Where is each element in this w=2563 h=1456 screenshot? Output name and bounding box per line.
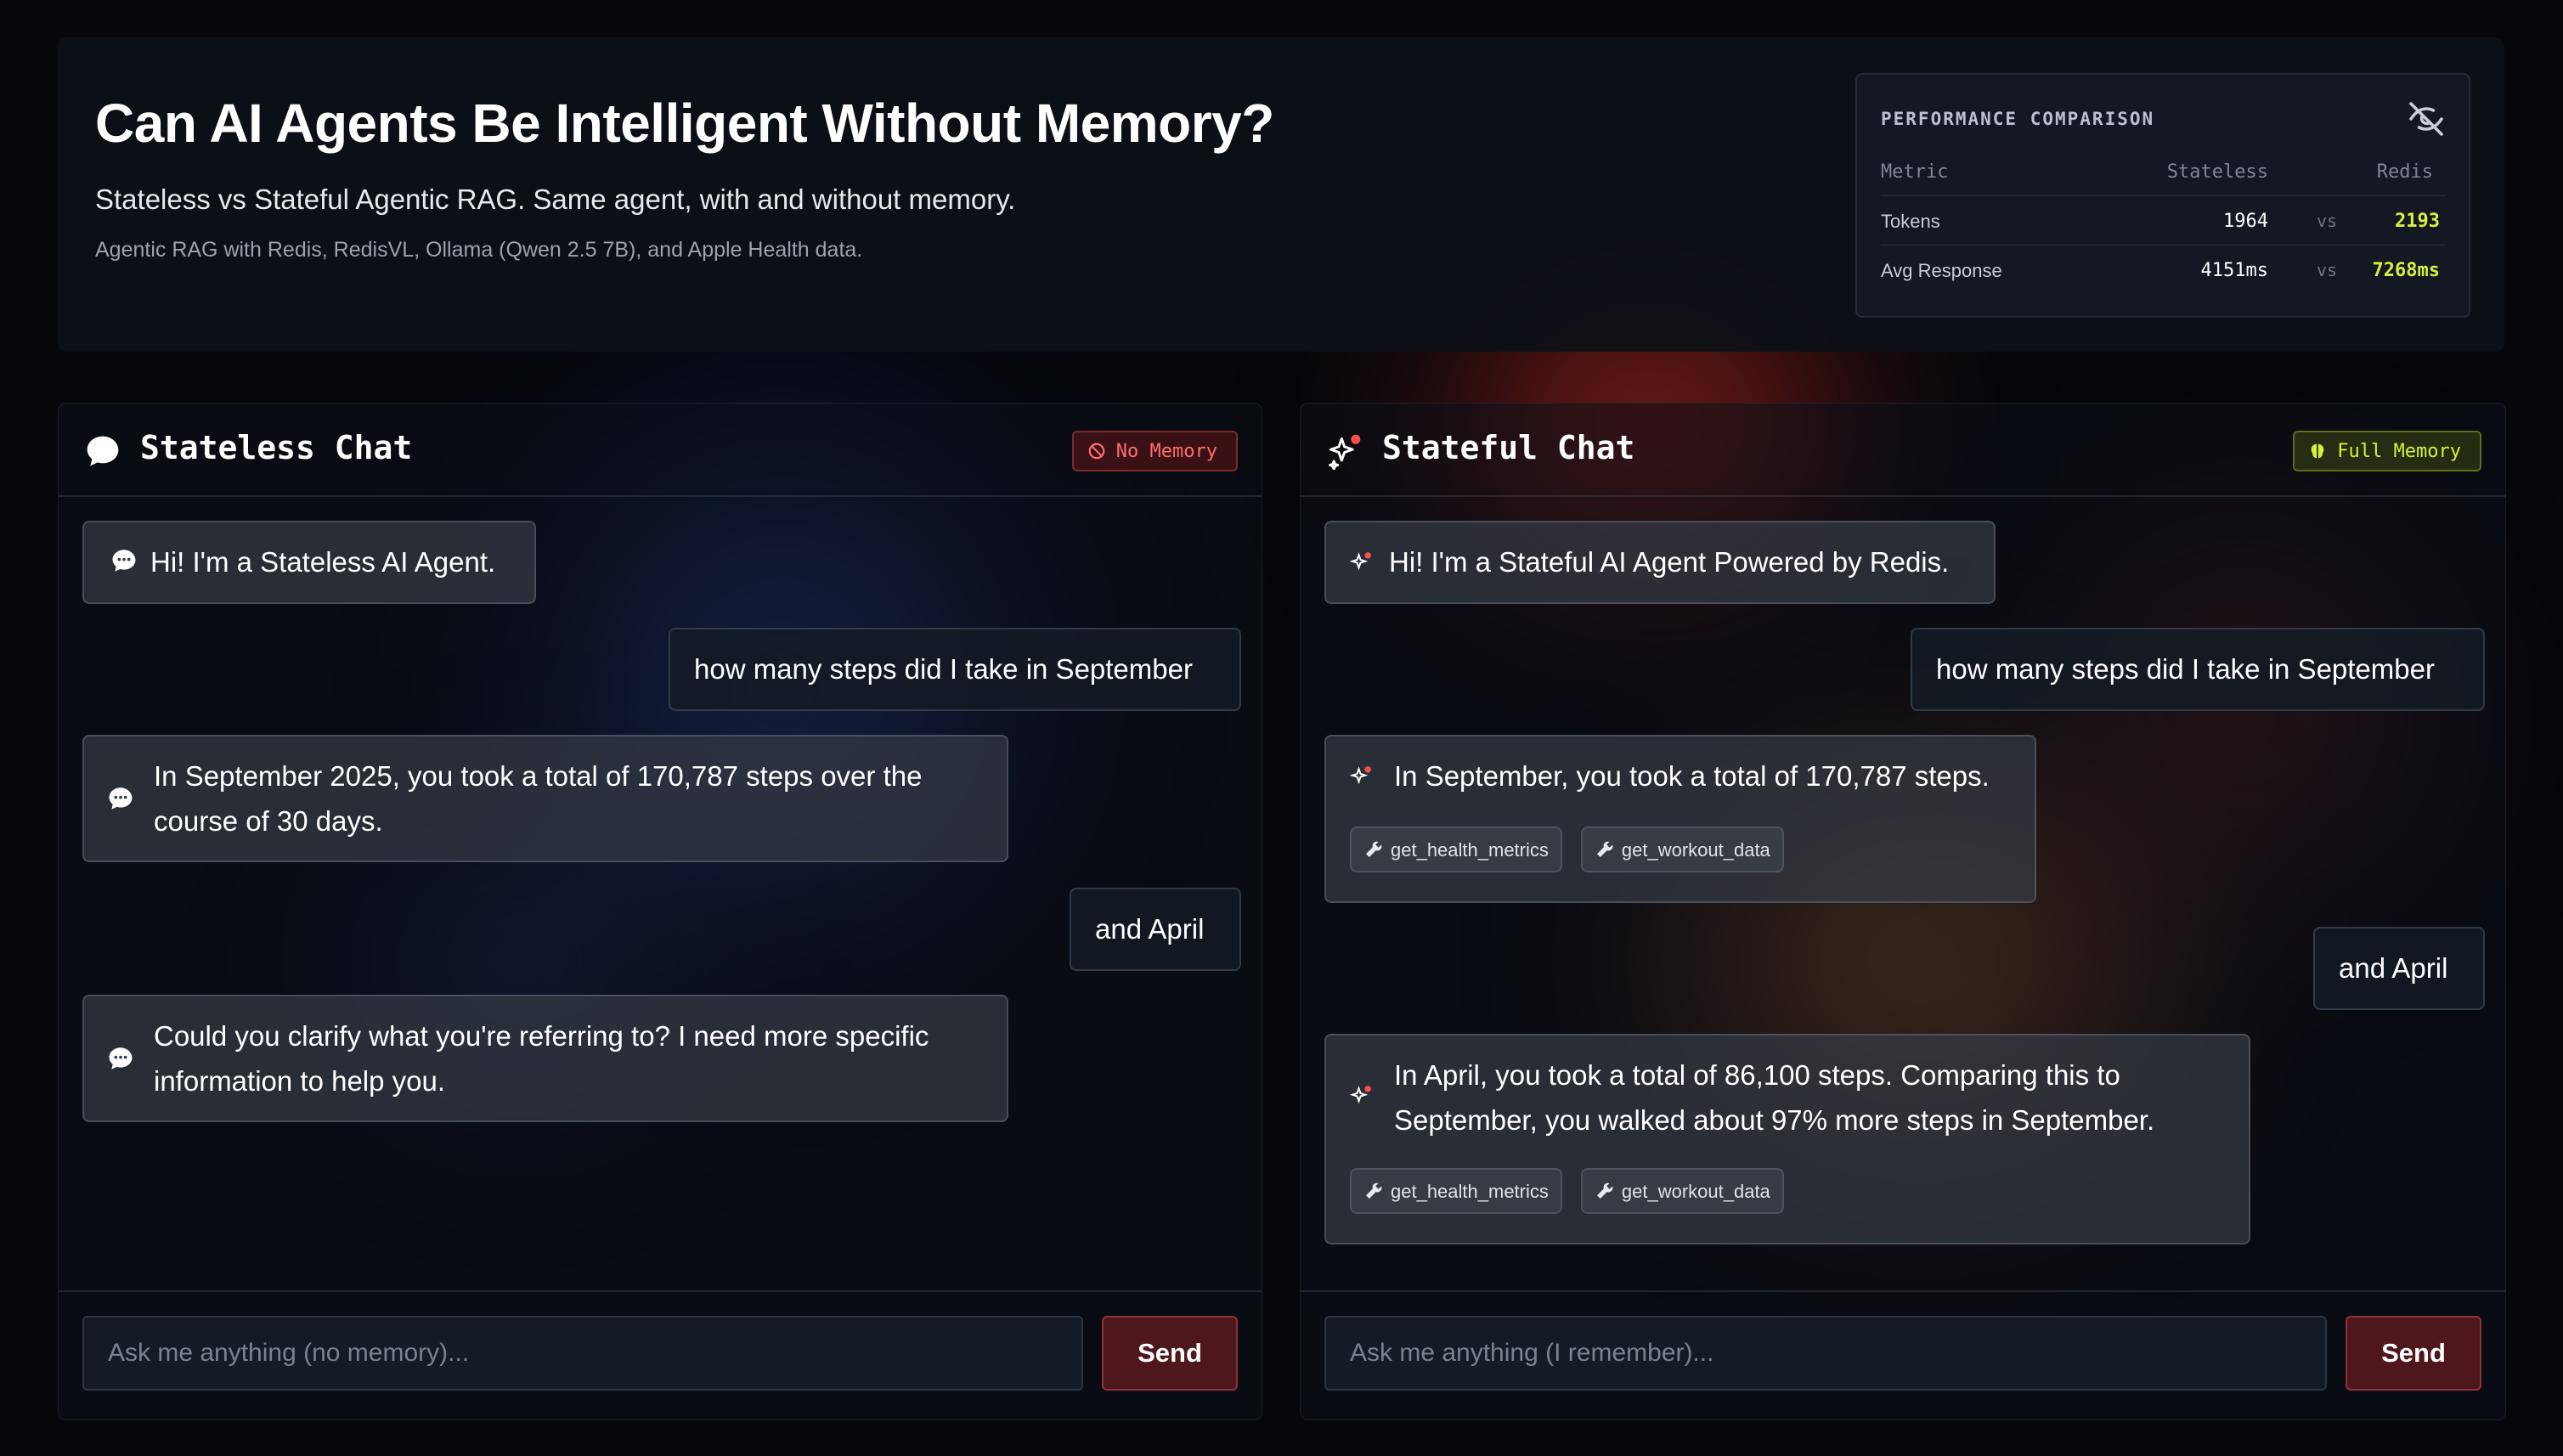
wrench-icon — [1596, 841, 1613, 857]
message-text: In September, you took a total of 170,78… — [1394, 760, 1990, 792]
performance-row-avg-response: Avg Response 4151ms vs 7268ms — [1881, 245, 2445, 294]
stateful-panel-title: Stateful Chat — [1382, 429, 1635, 466]
tool-name: get_health_metrics — [1391, 1180, 1549, 1202]
user-message: how many steps did I take in September — [1911, 628, 2485, 711]
eye-off-icon[interactable] — [2406, 99, 2447, 139]
stateless-value: 1964 — [2223, 211, 2268, 232]
performance-comparison-card: PERFORMANCE COMPARISON Metric Stateless … — [1855, 73, 2470, 318]
message-text: In September 2025, you took a total of 1… — [154, 760, 923, 837]
tool-name: get_workout_data — [1621, 838, 1770, 861]
chat-bubble-icon — [87, 436, 119, 466]
column-stateless: Stateless — [2166, 161, 2268, 183]
message-text: Could you clarify what you're referring … — [154, 1020, 929, 1097]
bot-message: In April, you took a total of 86,100 ste… — [1324, 1034, 2250, 1244]
stateful-chat-panel: Stateful Chat Full Memory Hi! I'm a Stat… — [1300, 403, 2506, 1420]
stateless-value: 4151ms — [2200, 260, 2268, 281]
chat-bubble-icon — [112, 550, 136, 572]
tool-chip: get_health_metrics — [1350, 1168, 1562, 1214]
message-text: In April, you took a total of 86,100 ste… — [1394, 1059, 2155, 1136]
message-text: Hi! I'm a Stateful AI Agent Powered by R… — [1389, 546, 1950, 578]
message-text: how many steps did I take in September — [694, 653, 1193, 685]
chat-bubble-icon — [109, 787, 133, 810]
user-message: and April — [1070, 888, 1241, 971]
user-message: how many steps did I take in September — [669, 628, 1241, 711]
column-redis: Redis — [2376, 161, 2433, 183]
no-memory-badge: No Memory — [1071, 431, 1238, 471]
stateful-panel-header: Stateful Chat Full Memory — [1301, 404, 2505, 497]
performance-header-row: Metric Stateless Redis — [1881, 146, 2445, 196]
stateless-chat-panel: Stateless Chat No Memory Hi! I'm a State… — [58, 403, 1262, 1420]
sparkle-icon — [1349, 1086, 1371, 1104]
message-text: and April — [2339, 952, 2448, 984]
performance-title: PERFORMANCE COMPARISON — [1881, 109, 2155, 129]
bot-message: In September, you took a total of 170,78… — [1324, 735, 2036, 903]
no-entry-icon — [1088, 443, 1105, 460]
bot-message: Hi! I'm a Stateless AI Agent. — [82, 521, 536, 604]
sparkle-icon — [1329, 434, 1361, 470]
tool-name: get_workout_data — [1621, 1180, 1770, 1202]
tool-chip: get_health_metrics — [1350, 827, 1562, 872]
metric-label: Avg Response — [1881, 260, 2002, 281]
bot-message: In September 2025, you took a total of 1… — [82, 735, 1008, 862]
vs-label: vs — [2317, 260, 2338, 280]
message-text: Hi! I'm a Stateless AI Agent. — [150, 546, 496, 578]
page-tagline: Agentic RAG with Redis, RedisVL, Ollama … — [95, 238, 863, 262]
message-text: how many steps did I take in September — [1936, 653, 2435, 685]
performance-row-tokens: Tokens 1964 vs 2193 — [1881, 195, 2445, 245]
sparkle-icon — [1349, 766, 1371, 785]
brain-icon — [2311, 443, 2324, 459]
tool-chips: get_health_metrics get_workout_data — [1350, 827, 1784, 872]
tool-chips: get_health_metrics get_workout_data — [1350, 1168, 1784, 1214]
wrench-icon — [1366, 841, 1382, 857]
page-header: Can AI Agents Be Intelligent Without Mem… — [58, 37, 2504, 352]
stateless-send-button[interactable]: Send — [1102, 1316, 1238, 1391]
stateless-input-bar: Send — [59, 1290, 1262, 1419]
bot-message: Could you clarify what you're referring … — [82, 995, 1008, 1122]
vs-label: vs — [2317, 211, 2338, 231]
stateful-send-button[interactable]: Send — [2346, 1316, 2481, 1391]
tool-chip: get_workout_data — [1580, 827, 1784, 872]
stateless-message-input[interactable] — [82, 1316, 1083, 1391]
stateful-input-bar: Send — [1301, 1290, 2505, 1419]
tool-chip: get_workout_data — [1580, 1168, 1784, 1214]
stateless-panel-header: Stateless Chat No Memory — [59, 404, 1262, 497]
stateful-message-input[interactable] — [1324, 1316, 2327, 1391]
message-text: and April — [1095, 913, 1205, 945]
column-metric: Metric — [1881, 161, 1949, 183]
stateless-panel-title: Stateless Chat — [140, 429, 413, 466]
sparkle-icon — [1349, 552, 1371, 571]
bot-message: Hi! I'm a Stateful AI Agent Powered by R… — [1324, 521, 1996, 604]
metric-label: Tokens — [1881, 211, 1940, 232]
tool-name: get_health_metrics — [1391, 838, 1549, 861]
chat-bubble-icon — [109, 1047, 133, 1069]
redis-value: 2193 — [2395, 211, 2440, 232]
badge-label: Full Memory — [2337, 440, 2461, 462]
full-memory-badge: Full Memory — [2293, 431, 2481, 471]
wrench-icon — [1366, 1182, 1382, 1199]
page-subtitle: Stateless vs Stateful Agentic RAG. Same … — [95, 183, 1016, 215]
redis-value: 7268ms — [2372, 260, 2440, 281]
badge-label: No Memory — [1115, 440, 1217, 462]
wrench-icon — [1596, 1182, 1613, 1199]
user-message: and April — [2313, 927, 2485, 1010]
page-title: Can AI Agents Be Intelligent Without Mem… — [95, 93, 1274, 154]
